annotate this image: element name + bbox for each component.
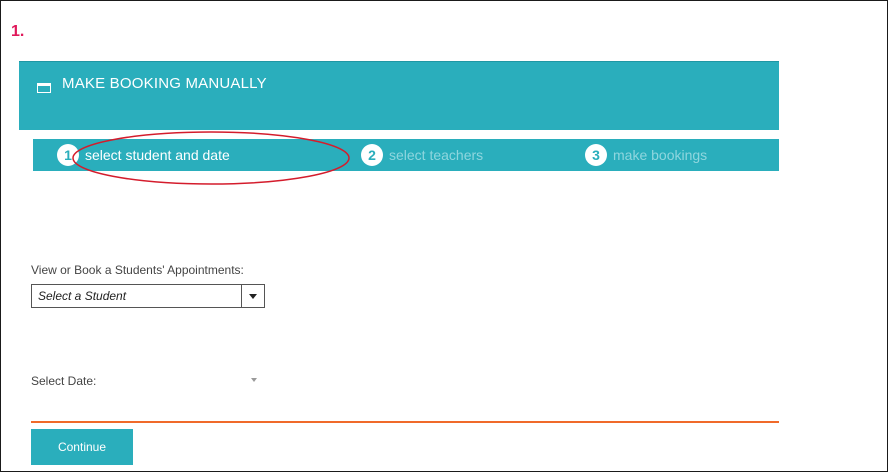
annotation-step-number: 1. — [11, 23, 25, 40]
step-number-badge: 3 — [585, 144, 607, 166]
wizard-step-label: select teachers — [389, 147, 484, 163]
continue-button[interactable]: Continue — [31, 429, 133, 465]
section-divider — [31, 421, 779, 423]
wizard-steps: 1 select student and date 2 select teach… — [33, 139, 779, 171]
wizard-step-2[interactable]: 2 select teachers — [361, 139, 483, 171]
wizard-step-3[interactable]: 3 make bookings — [585, 139, 707, 171]
step-number-badge: 1 — [57, 144, 79, 166]
dropdown-arrow-button[interactable] — [241, 285, 264, 307]
date-select-label: Select Date: — [31, 374, 97, 388]
panel-header: MAKE BOOKING MANUALLY — [19, 61, 779, 130]
student-select[interactable]: Select a Student — [31, 284, 265, 308]
chevron-down-icon — [251, 378, 257, 382]
step-number-badge: 2 — [361, 144, 383, 166]
calendar-icon — [37, 83, 51, 93]
wizard-step-label: make bookings — [613, 147, 708, 163]
student-select-label: View or Book a Students' Appointments: — [31, 263, 244, 277]
panel-title: MAKE BOOKING MANUALLY — [62, 75, 267, 92]
chevron-down-icon — [249, 293, 257, 299]
wizard-step-label: select student and date — [85, 147, 230, 163]
wizard-step-1[interactable]: 1 select student and date — [57, 139, 230, 171]
date-select[interactable] — [133, 369, 263, 391]
screenshot-frame: 1. MAKE BOOKING MANUALLY 1 select studen… — [0, 0, 888, 472]
student-select-value: Select a Student — [38, 289, 127, 303]
